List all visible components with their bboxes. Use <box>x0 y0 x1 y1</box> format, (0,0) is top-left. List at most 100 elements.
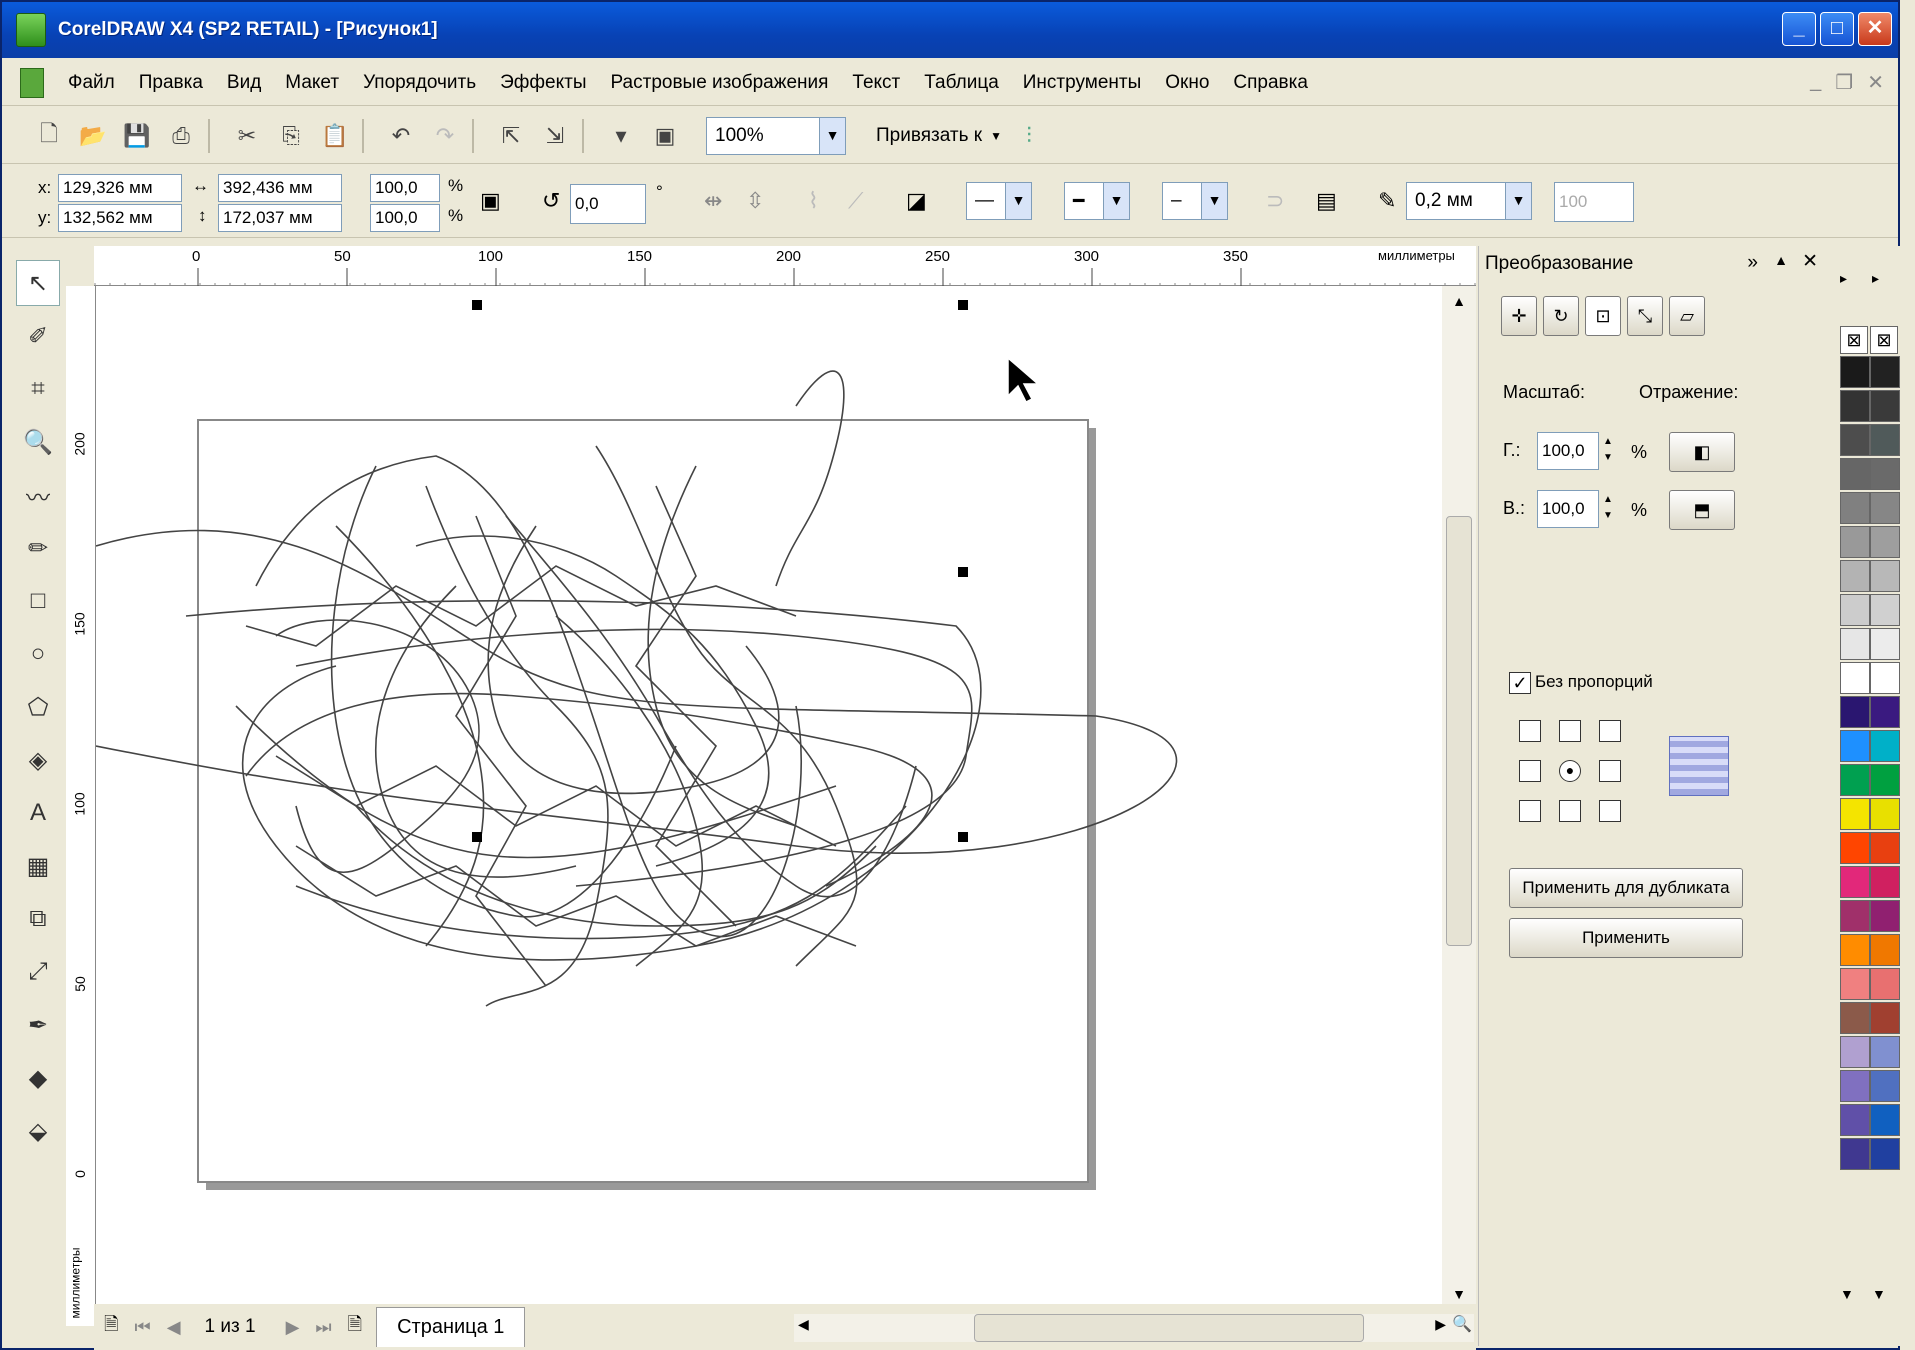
mirror-vertical-button[interactable]: ⬒ <box>1669 490 1735 530</box>
snap-to-button[interactable]: Привязать к <box>876 125 982 147</box>
color-swatch[interactable] <box>1870 798 1900 830</box>
color-swatch[interactable] <box>1840 900 1870 932</box>
print-icon[interactable]: ⎙ <box>164 119 198 153</box>
menu-window[interactable]: Окно <box>1165 72 1209 94</box>
smart-fill-icon[interactable]: ✏ <box>16 525 60 571</box>
color-swatch[interactable] <box>1840 798 1870 830</box>
expand-icon[interactable]: » <box>1747 252 1758 274</box>
last-page-icon[interactable]: ⏭ <box>315 1317 331 1338</box>
eyedropper-icon[interactable]: ⤢ <box>16 949 60 995</box>
mirror-horizontal-button[interactable]: ◧ <box>1669 432 1735 472</box>
next-page-icon[interactable]: ▶ <box>286 1317 300 1338</box>
drawing-canvas[interactable] <box>96 286 1442 1304</box>
anchor-top-right[interactable] <box>1599 720 1621 742</box>
doc-close-button[interactable]: ✕ <box>1867 70 1884 95</box>
color-swatch[interactable] <box>1870 934 1900 966</box>
color-swatch[interactable] <box>1840 662 1870 694</box>
chevron-down-icon[interactable]: ▼ <box>990 129 1002 143</box>
color-swatch[interactable] <box>1840 1138 1870 1170</box>
maximize-button[interactable]: □ <box>1820 12 1854 46</box>
menu-layout[interactable]: Макет <box>285 72 339 94</box>
color-swatch[interactable] <box>1840 968 1870 1000</box>
fill-tool-icon[interactable]: ◆ <box>16 1055 60 1101</box>
first-page-icon[interactable]: ⏮ <box>134 1317 150 1338</box>
color-swatch[interactable] <box>1840 1002 1870 1034</box>
color-swatch[interactable] <box>1840 424 1870 456</box>
menu-arrange[interactable]: Упорядочить <box>363 72 476 94</box>
scale-horizontal-field[interactable]: 100,0 <box>1537 432 1599 470</box>
palette-scroll-down-icon[interactable]: ▼ <box>1840 1286 1854 1302</box>
shape-icon[interactable]: ⌇ <box>808 188 819 214</box>
save-icon[interactable]: 💾 <box>120 119 154 153</box>
end-arrowhead-combo[interactable]: – ▼ <box>1162 182 1228 220</box>
color-swatch[interactable] <box>1870 628 1900 660</box>
zoom-tool-icon[interactable]: 🔍 <box>16 419 60 465</box>
basic-shapes-icon[interactable]: ◈ <box>16 737 60 783</box>
position-y-field[interactable]: 132,562 мм <box>58 204 182 232</box>
wrap-text-icon[interactable]: ▤ <box>1316 188 1337 214</box>
start-arrowhead-combo[interactable]: — ▼ <box>966 182 1032 220</box>
menu-table[interactable]: Таблица <box>924 72 999 94</box>
anchor-top-left[interactable] <box>1519 720 1541 742</box>
scale-tab-icon[interactable]: ⊡ <box>1585 296 1621 336</box>
pick-tool-icon[interactable]: ↖ <box>16 260 60 306</box>
color-swatch[interactable] <box>1840 594 1870 626</box>
color-swatch[interactable] <box>1870 696 1900 728</box>
polygon-tool-icon[interactable]: ⬠ <box>16 684 60 730</box>
transparency-field[interactable]: 100 <box>1554 182 1634 222</box>
object-width-field[interactable]: 392,436 мм <box>218 174 342 202</box>
color-swatch[interactable] <box>1840 866 1870 898</box>
anchor-top-center[interactable] <box>1559 720 1581 742</box>
menu-text[interactable]: Текст <box>852 72 900 94</box>
ellipse-tool-icon[interactable]: ○ <box>16 631 60 677</box>
color-swatch[interactable] <box>1870 356 1900 388</box>
convert-icon[interactable]: ◪ <box>906 188 927 214</box>
table-tool-icon[interactable]: ▦ <box>16 843 60 889</box>
position-x-field[interactable]: 129,326 мм <box>58 174 182 202</box>
application-launcher-icon[interactable]: ▾ <box>604 119 638 153</box>
close-button[interactable]: ✕ <box>1858 12 1892 46</box>
rotation-angle-field[interactable]: 0,0 <box>570 184 646 224</box>
palette-scroll-right-icon[interactable]: ▸ <box>1872 270 1879 287</box>
welcome-screen-icon[interactable]: ▣ <box>648 119 682 153</box>
close-curve-icon[interactable]: ⊃ <box>1266 188 1284 214</box>
interactive-blend-icon[interactable]: ⧉ <box>16 896 60 942</box>
text-tool-icon[interactable]: A <box>16 790 60 836</box>
paste-icon[interactable]: 📋 <box>318 119 352 153</box>
menu-view[interactable]: Вид <box>227 72 261 94</box>
import-icon[interactable]: ⇱ <box>494 119 528 153</box>
copy-icon[interactable]: ⎘ <box>274 119 308 153</box>
color-swatch[interactable] <box>1870 424 1900 456</box>
rectangle-tool-icon[interactable]: □ <box>16 578 60 624</box>
add-page-icon[interactable]: 🗎 <box>104 1312 118 1342</box>
color-swatch[interactable] <box>1870 968 1900 1000</box>
color-swatch[interactable] <box>1840 458 1870 490</box>
new-icon[interactable]: 🗋 <box>32 119 66 153</box>
color-swatch[interactable] <box>1840 560 1870 592</box>
vertical-scrollbar[interactable]: ▲ ▼ <box>1442 286 1476 1306</box>
shape-tool-icon[interactable]: ✐ <box>16 313 60 359</box>
spin-button[interactable]: ▲ ▼ <box>1603 434 1613 466</box>
horizontal-scroll-thumb[interactable] <box>974 1314 1364 1342</box>
vertical-scroll-thumb[interactable] <box>1446 516 1472 946</box>
color-swatch[interactable] <box>1870 1070 1900 1102</box>
mirror-horizontal-icon[interactable]: ⇹ <box>704 188 722 214</box>
color-swatch[interactable] <box>1870 662 1900 694</box>
color-swatch[interactable] <box>1870 1138 1900 1170</box>
nonproportional-checkbox[interactable]: ✓ <box>1509 672 1531 694</box>
anchor-middle-left[interactable] <box>1519 760 1541 782</box>
color-swatch[interactable] <box>1870 730 1900 762</box>
color-swatch[interactable] <box>1870 1002 1900 1034</box>
color-swatch[interactable] <box>1840 526 1870 558</box>
apply-to-duplicate-button[interactable]: Применить для дубликата <box>1509 868 1743 908</box>
outline-width-combo[interactable]: 0,2 мм ▼ <box>1406 182 1532 220</box>
scale-x-field[interactable]: 100,0 <box>370 174 440 202</box>
color-swatch[interactable] <box>1840 356 1870 388</box>
color-swatch[interactable] <box>1870 900 1900 932</box>
color-swatch[interactable] <box>1870 390 1900 422</box>
skew-tab-icon[interactable]: ▱ <box>1669 296 1705 336</box>
doc-restore-button[interactable]: ❐ <box>1835 70 1853 95</box>
docker-close-icon[interactable]: ✕ <box>1802 250 1818 273</box>
document-icon[interactable] <box>20 67 44 98</box>
anchor-bottom-right[interactable] <box>1599 800 1621 822</box>
